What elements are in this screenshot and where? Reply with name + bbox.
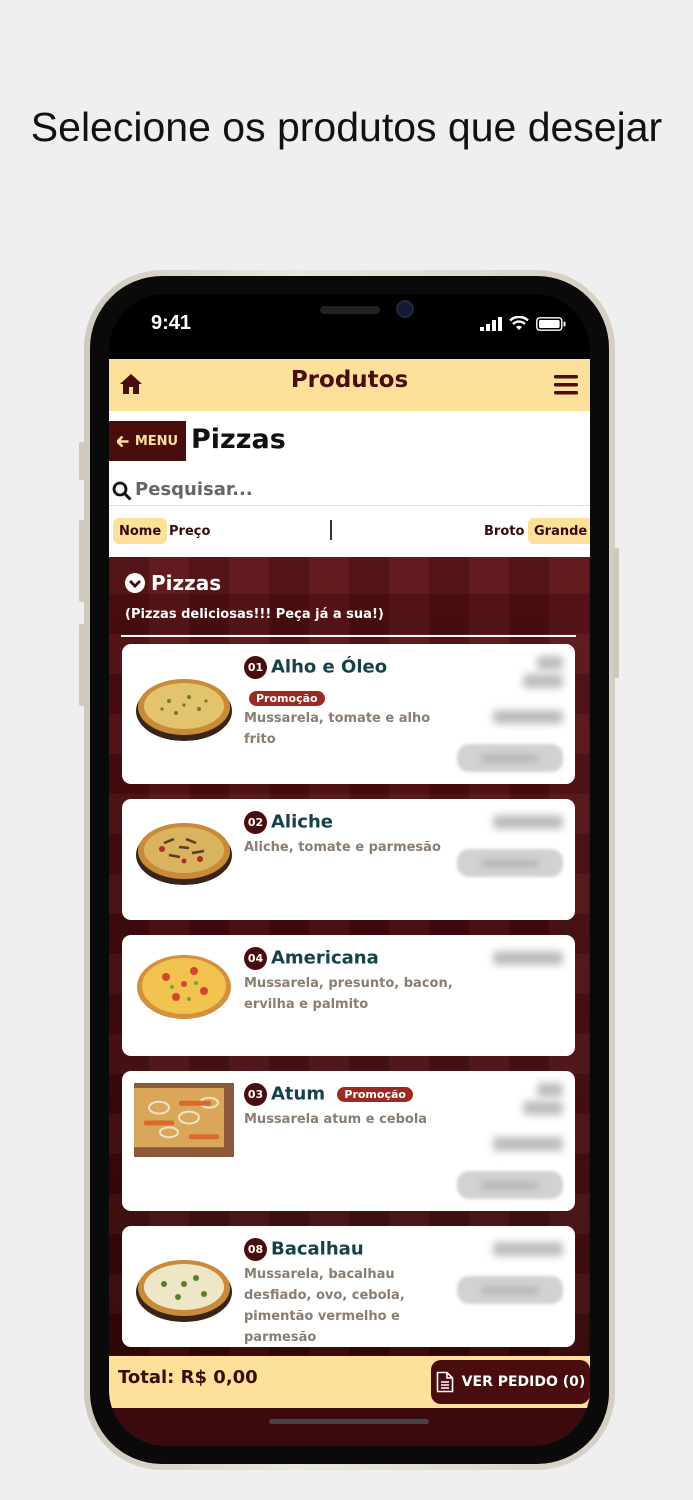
app-content: Produtos MENU Pizzas Nome Preço Broto	[109, 359, 590, 1446]
phone-volume-down	[79, 624, 85, 706]
blurred-old-price	[523, 1101, 563, 1115]
blurred-price	[493, 1137, 563, 1151]
search-icon	[112, 481, 132, 501]
product-list: Pizzas (Pizzas deliciosas!!! Peça já a s…	[109, 557, 590, 1354]
product-name: 02 Aliche	[244, 811, 333, 834]
search-input[interactable]	[135, 474, 575, 504]
product-description: Mussarela atum e cebola	[244, 1112, 428, 1127]
phone-volume-up	[79, 520, 85, 602]
promo-badge: Promoção	[337, 1087, 413, 1102]
product-card[interactable]: 08 Bacalhau Mussarela, bacalhau desfiado,…	[122, 1226, 575, 1347]
wifi-icon	[509, 316, 529, 330]
phone-mute-switch	[79, 442, 85, 480]
arrow-left-icon	[116, 435, 129, 447]
product-number-badge: 04	[244, 947, 267, 970]
category-title: Pizzas	[191, 424, 286, 455]
page-title: Produtos	[290, 367, 409, 393]
section-description: (Pizzas deliciosas!!! Peça já a sua!)	[125, 607, 384, 622]
category-bar: MENU Pizzas	[109, 411, 590, 506]
product-description: Mussarela, bacalhau desfiado, ovo, cebol…	[244, 1267, 405, 1345]
battery-icon	[536, 317, 566, 331]
status-icons	[480, 316, 566, 331]
document-icon	[436, 1371, 453, 1393]
signal-icon	[480, 317, 502, 331]
product-name-text: Atum	[271, 1083, 326, 1105]
product-number-badge: 08	[244, 1238, 267, 1261]
product-description: Mussarela, presunto, bacon, ervilha e pa…	[244, 976, 453, 1012]
phone-screen: 9:41 Produtos MENU Pizzas Pesquisar... N…	[109, 294, 590, 1446]
product-name-text: Alho e Óleo	[271, 656, 388, 678]
pizza-image	[136, 823, 232, 885]
product-description: Mussarela, tomate e alho frito	[244, 711, 431, 747]
sort-bar: Nome Preço Broto Grande	[109, 505, 590, 557]
view-order-button[interactable]: VER PEDIDO (0)	[431, 1360, 590, 1404]
product-card[interactable]: 04 Americana Mussarela, presunto, bacon, …	[122, 935, 575, 1056]
product-number-badge: 03	[244, 1083, 267, 1106]
sort-divider	[330, 520, 332, 540]
product-name-text: Aliche	[271, 811, 333, 833]
status-time: 9:41	[151, 312, 192, 334]
view-order-label: VER PEDIDO (0)	[461, 1374, 586, 1390]
product-number-badge: 01	[244, 656, 267, 679]
product-name: 08 Bacalhau	[244, 1238, 364, 1261]
product-card[interactable]: 01 Alho e Óleo Promoção Mussarela, tomate…	[122, 644, 575, 784]
pizza-image	[134, 1083, 234, 1157]
product-name: 03 Atum Promoção	[244, 1083, 413, 1106]
blurred-size-label	[537, 1083, 563, 1097]
size-broto-chip[interactable]: Broto	[478, 518, 530, 544]
product-name: 04 Americana	[244, 947, 379, 970]
back-to-menu-label: MENU	[134, 433, 179, 449]
status-bar: 9:41	[109, 294, 590, 358]
product-number-badge: 02	[244, 811, 267, 834]
section-header[interactable]: Pizzas	[125, 571, 221, 595]
product-name-text: Bacalhau	[271, 1238, 364, 1260]
add-to-order-button[interactable]	[457, 849, 563, 877]
add-to-order-button[interactable]	[457, 1276, 563, 1304]
product-card[interactable]: 02 Aliche Aliche, tomate e parmesão	[122, 799, 575, 920]
search-bar	[109, 474, 590, 506]
home-indicator	[269, 1419, 429, 1424]
pizza-image	[137, 955, 231, 1019]
earpiece-speaker	[320, 306, 380, 314]
blurred-price	[493, 1242, 563, 1256]
pizza-image	[136, 1260, 232, 1322]
blurred-price	[493, 815, 563, 829]
chevron-down-circle-icon	[125, 573, 145, 593]
section-title: Pizzas	[151, 571, 222, 595]
add-to-order-button[interactable]	[457, 744, 563, 772]
blurred-price	[493, 710, 563, 724]
blurred-price	[493, 951, 563, 965]
front-camera	[396, 300, 414, 318]
product-name: 01 Alho e Óleo	[244, 656, 387, 679]
add-to-order-button[interactable]	[457, 1171, 563, 1199]
blurred-size-label	[537, 656, 563, 670]
back-to-menu-button[interactable]: MENU	[109, 421, 186, 461]
pizza-image	[136, 679, 232, 741]
blurred-old-price	[523, 674, 563, 688]
top-bar: Produtos	[109, 359, 590, 411]
product-description: Aliche, tomate e parmesão	[244, 840, 441, 855]
product-card[interactable]: 03 Atum Promoção Mussarela atum e cebola	[122, 1071, 575, 1211]
order-footer: Total: R$ 0,00 VER PEDIDO (0)	[109, 1356, 590, 1408]
promo-badge-wrap: Promoção	[249, 688, 325, 707]
sort-by-name-chip[interactable]: Nome	[113, 518, 168, 544]
section-divider	[121, 635, 576, 637]
size-grande-chip[interactable]: Grande	[528, 518, 590, 544]
marketing-headline: Selecione os produtos que desejar	[30, 104, 663, 150]
hamburger-icon[interactable]	[554, 375, 578, 399]
sort-by-price-chip[interactable]: Preço	[163, 518, 216, 544]
product-name-text: Americana	[271, 947, 379, 969]
phone-power-button	[613, 548, 619, 678]
order-total: Total: R$ 0,00	[118, 1367, 258, 1388]
promo-badge: Promoção	[249, 691, 325, 706]
